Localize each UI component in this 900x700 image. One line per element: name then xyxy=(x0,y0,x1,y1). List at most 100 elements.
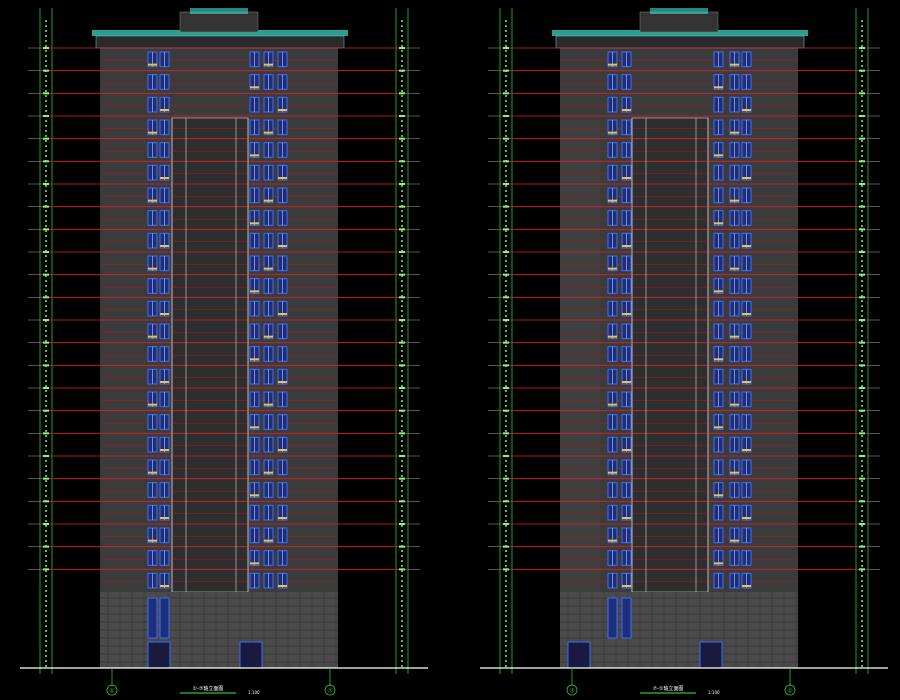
level-mark-right xyxy=(859,115,865,117)
level-mark-left xyxy=(503,47,509,49)
roof-cap xyxy=(650,8,708,14)
balcony-railing xyxy=(730,403,739,406)
balcony-railing xyxy=(160,381,169,383)
balcony-railing xyxy=(622,313,631,315)
balcony-railing xyxy=(160,109,169,111)
balcony-railing xyxy=(250,562,259,565)
level-mark-left xyxy=(43,545,49,548)
entrance-door xyxy=(699,641,723,669)
balcony-railing xyxy=(264,335,273,338)
level-mark-right xyxy=(399,319,405,321)
level-mark-right xyxy=(859,432,865,435)
balcony-railing xyxy=(148,471,157,474)
balcony-railing xyxy=(730,471,739,474)
balcony-railing xyxy=(608,471,617,474)
level-mark-left xyxy=(503,523,509,525)
roof-parapet xyxy=(555,35,805,49)
balcony-railing xyxy=(714,426,723,429)
balcony-railing xyxy=(148,267,157,270)
level-mark-left xyxy=(43,500,49,503)
level-mark-right xyxy=(859,319,865,321)
level-mark-left xyxy=(503,364,509,367)
level-mark-left xyxy=(43,273,49,276)
level-mark-right xyxy=(859,92,865,95)
balcony-railing xyxy=(278,517,287,519)
level-mark-left xyxy=(503,115,509,117)
level-mark-right xyxy=(399,183,405,185)
level-mark-left xyxy=(503,432,509,435)
balcony-railing xyxy=(622,381,631,383)
balcony-railing xyxy=(714,562,723,565)
balcony-railing xyxy=(730,335,739,338)
level-mark-left xyxy=(43,319,49,321)
base-window xyxy=(159,597,170,639)
balcony-railing xyxy=(608,539,617,542)
level-mark-right xyxy=(399,545,405,548)
level-mark-right xyxy=(859,568,865,571)
level-mark-right xyxy=(399,228,405,231)
level-mark-right xyxy=(859,69,865,72)
balcony-railing xyxy=(730,539,739,542)
level-mark-left xyxy=(503,137,509,140)
level-mark-right xyxy=(859,477,865,480)
axis-label: ⑦ xyxy=(327,688,333,695)
balcony-railing xyxy=(264,131,273,134)
balcony-railing xyxy=(160,313,169,315)
axis-label: ① xyxy=(109,688,114,695)
level-mark-right xyxy=(399,137,405,140)
balcony-railing xyxy=(608,403,617,406)
level-mark-left xyxy=(43,387,49,389)
level-mark-right xyxy=(399,160,405,163)
roof-top-structure xyxy=(179,11,259,33)
balcony-railing xyxy=(278,109,287,111)
level-mark-right xyxy=(859,455,865,457)
roof-cap xyxy=(190,8,248,14)
level-mark-right xyxy=(399,273,405,276)
level-mark-left xyxy=(43,455,49,457)
balcony-railing xyxy=(278,245,287,247)
balcony-railing xyxy=(714,494,723,497)
balcony-railing xyxy=(250,222,259,225)
balcony-railing xyxy=(622,585,631,587)
level-mark-left xyxy=(43,183,49,185)
level-mark-left xyxy=(503,477,509,480)
level-mark-right xyxy=(399,477,405,480)
elevation-title: ⑦-①轴立面图 xyxy=(653,685,684,692)
base-window xyxy=(147,597,158,639)
level-mark-right xyxy=(399,568,405,571)
elevation-title: ①-⑦轴立面图 xyxy=(193,685,224,692)
level-mark-left xyxy=(503,409,509,412)
balcony-railing xyxy=(608,131,617,134)
level-mark-right xyxy=(399,387,405,389)
balcony-railing xyxy=(264,267,273,270)
level-mark-left xyxy=(503,183,509,185)
level-mark-right xyxy=(859,160,865,163)
roof-parapet xyxy=(95,35,345,49)
balcony-railing xyxy=(622,177,631,179)
elevation-drawings: ① ⑦ ①-⑦轴立面图 1:100 ⑦ ① ⑦-①轴立面图 1:100 xyxy=(0,0,900,700)
balcony-railing xyxy=(622,109,631,111)
balcony-railing xyxy=(250,154,259,157)
balcony-railing xyxy=(742,313,751,315)
balcony-railing xyxy=(250,86,259,89)
balcony-railing xyxy=(622,517,631,519)
level-mark-left xyxy=(503,455,509,457)
axis-label: ⑦ xyxy=(569,688,575,695)
level-mark-left xyxy=(503,296,509,299)
level-mark-right xyxy=(399,455,405,457)
level-mark-right xyxy=(859,228,865,231)
level-mark-left xyxy=(43,364,49,367)
balcony-railing xyxy=(250,358,259,361)
level-mark-left xyxy=(43,160,49,163)
level-mark-left xyxy=(43,92,49,95)
level-mark-right xyxy=(399,523,405,525)
balcony-railing xyxy=(148,539,157,542)
level-mark-left xyxy=(503,500,509,503)
balcony-railing xyxy=(714,290,723,293)
balcony-railing xyxy=(730,267,739,270)
balcony-railing xyxy=(264,63,273,66)
level-mark-left xyxy=(43,205,49,208)
balcony-railing xyxy=(278,585,287,587)
balcony-railing xyxy=(742,109,751,111)
blank-wing xyxy=(560,120,600,592)
